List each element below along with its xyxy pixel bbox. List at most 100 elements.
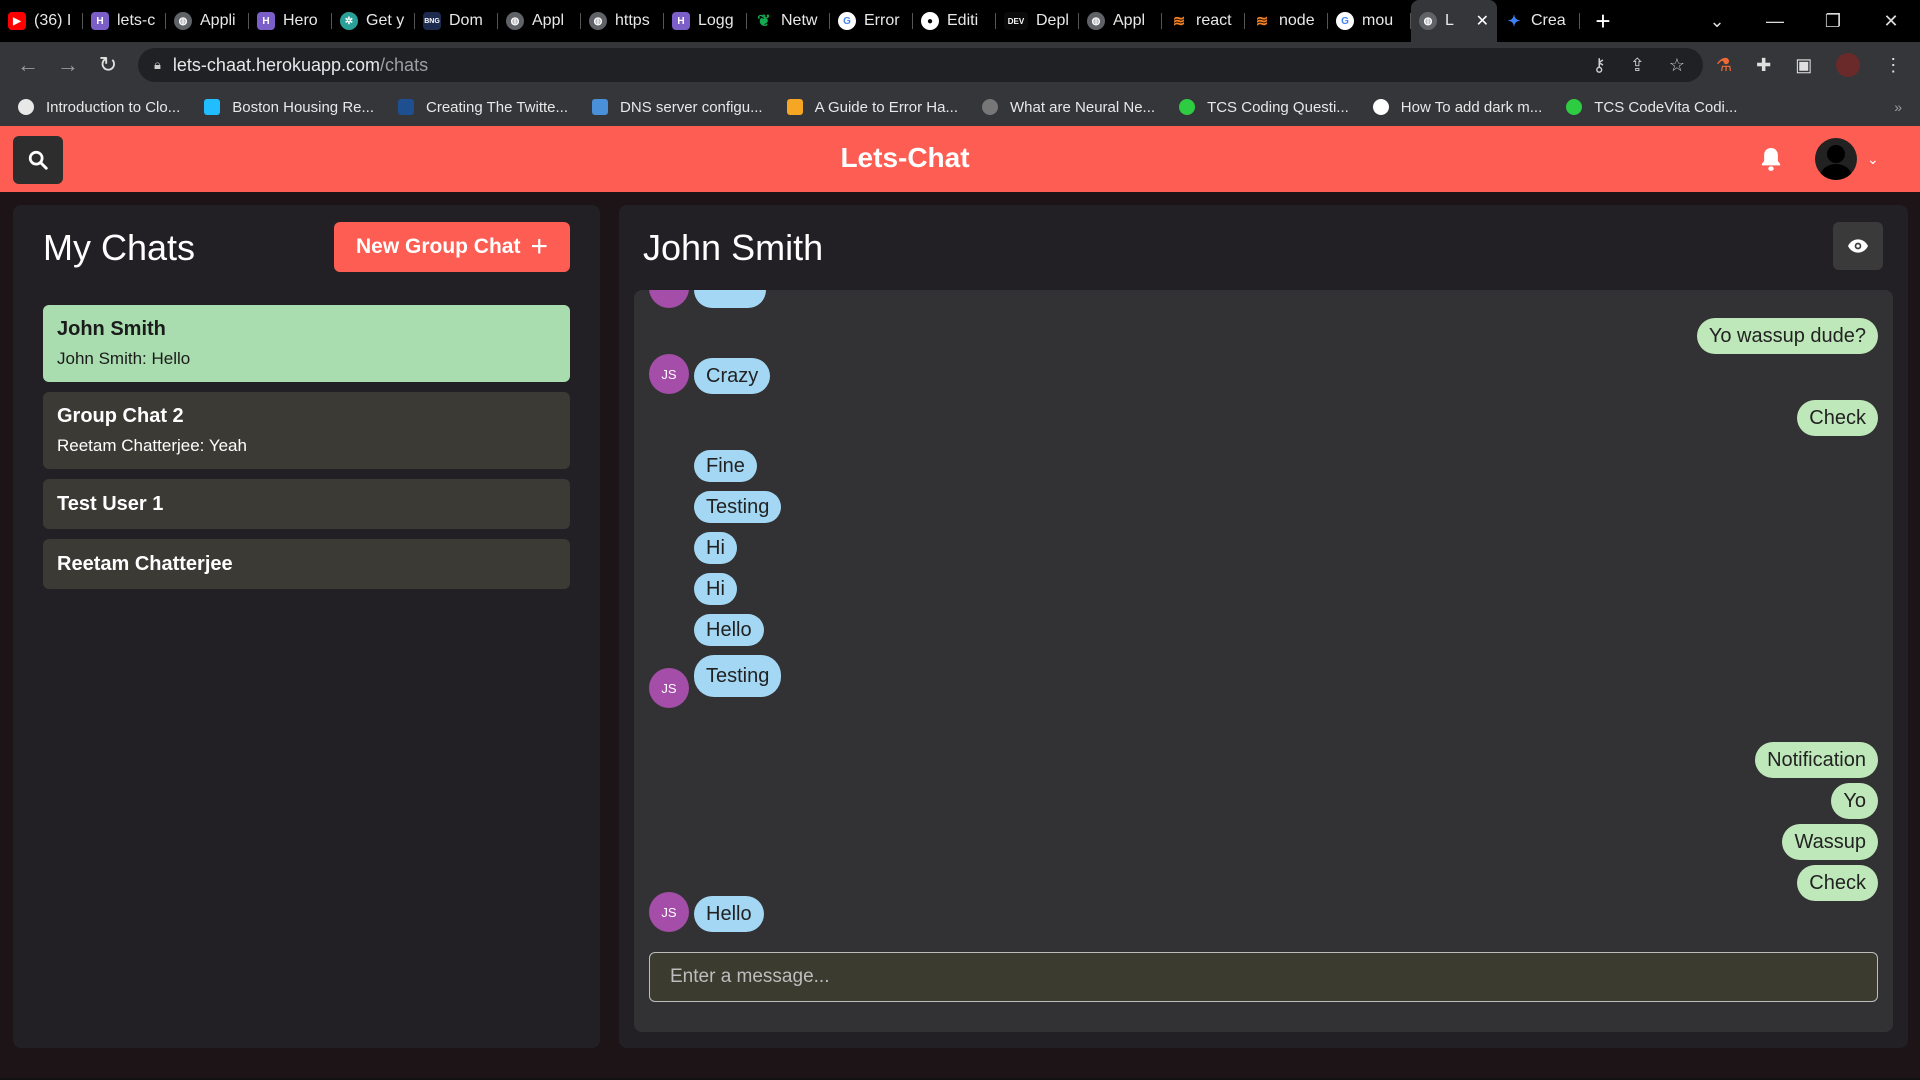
tab-label: Appl [1113,12,1146,29]
extension-icon[interactable]: ⚗ [1716,55,1732,76]
bookmark-item[interactable]: TCS CodeVita Codi... [1566,99,1737,116]
plus-icon: + [530,230,549,263]
tab[interactable]: Gmou [1328,0,1411,42]
bookmark-item[interactable]: Creating The Twitte... [398,99,568,116]
tab[interactable]: ≋ node [1245,0,1328,42]
profile-menu-button[interactable]: ⌄ [1815,138,1879,180]
openai-icon: ✲ [340,12,358,30]
sender-avatar: JS [649,892,689,932]
new-group-chat-button[interactable]: New Group Chat + [334,222,570,272]
forward-icon[interactable]: → [48,52,88,78]
close-tab-icon[interactable]: ✕ [1476,11,1489,31]
tab[interactable]: ◍ Appl [498,0,581,42]
bookmarks-overflow-icon[interactable]: » [1894,99,1902,115]
bookmark-item[interactable]: DNS server configu... [592,99,763,116]
profile-avatar-icon[interactable] [1836,53,1861,77]
sender-avatar [649,290,689,308]
site-icon [982,99,998,115]
tab[interactable]: H Hero [249,0,332,42]
chat-item-john-smith[interactable]: John Smith John Smith: Hello [43,305,570,382]
tab[interactable]: BNG Dom [415,0,498,42]
tab[interactable]: ◍ https [581,0,664,42]
message-bubble-incoming: Hello [694,896,764,932]
tab[interactable]: ≋ react [1162,0,1245,42]
tab-label: Logg [698,12,734,29]
side-panel-icon[interactable]: ▣ [1795,55,1812,76]
globe-icon: ◍ [1087,12,1105,30]
google-icon: G [1336,12,1354,30]
bookmark-label: How To add dark m... [1400,98,1543,116]
site-icon [398,99,414,115]
puzzle-icon[interactable]: ✚ [1756,55,1771,76]
tab[interactable]: ❦ Netw [747,0,830,42]
bookmark-item[interactable]: Introduction to Clo... [18,99,180,116]
restore-icon[interactable]: ❐ [1804,11,1862,32]
bookmark-item[interactable]: TCS Coding Questi... [1179,99,1349,116]
message-area[interactable]: Yo wassup dude? JS Crazy Check Fine Test… [634,290,1893,1032]
bookmark-label: TCS Coding Questi... [1207,98,1349,116]
minimize-icon[interactable]: — [1746,11,1804,32]
bookmark-label: A Guide to Error Ha... [814,98,958,116]
message-bubble-incoming: Testing [694,655,782,697]
window-controls: ⌄ — ❐ ✕ [1688,0,1920,42]
notification-button[interactable] [1760,146,1782,177]
url-bar[interactable]: 🔒︎ lets-chaat.herokuapp.com/chats ⚷ ⇪ ☆ [138,48,1703,82]
medium-icon [1372,99,1389,115]
message-bubble-incoming: Fine [694,450,757,482]
bookmark-label: Creating The Twitte... [426,98,569,116]
bookmark-item[interactable]: A Guide to Error Ha... [786,98,958,116]
tab[interactable]: H Logg [664,0,747,42]
back-icon[interactable]: ← [8,52,48,78]
chat-list: John Smith John Smith: Hello Group Chat … [43,305,570,599]
tab[interactable]: DEV Depl [996,0,1079,42]
message-bubble-incoming: Testing [694,491,782,523]
chat-item-name: Test User 1 [57,492,164,515]
tab[interactable]: ✦ Crea [1497,0,1580,42]
menu-kebab-icon[interactable]: ⋮ [1884,55,1902,76]
message-bubble-incoming [694,290,766,308]
globe-icon [18,99,34,115]
mongodb-icon: ❦ [757,13,771,30]
browser-tab-strip: ▶ (36) I Hlets-c ◍ Appli H Hero ✲ Get y BNG D… [0,0,1920,42]
tab[interactable]: Hlets-c [83,0,166,42]
key-icon[interactable]: ⚷ [1593,55,1606,76]
dev-icon: DEV [1004,12,1028,30]
conversation-title: John Smith [643,227,824,268]
bookmark-item[interactable]: What are Neural Ne... [982,99,1155,116]
share-icon[interactable]: ⇪ [1630,55,1645,76]
stackoverflow-icon: ≋ [1172,13,1186,30]
tab[interactable]: ● Editi [913,0,996,42]
bookmark-item[interactable]: Boston Housing Re... [204,99,374,116]
tab-label: Error [864,12,900,29]
view-profile-button[interactable] [1833,222,1883,270]
tab-active[interactable]: ◍ L ✕ [1411,0,1497,42]
tab-search-icon[interactable]: ⌄ [1688,11,1746,32]
close-window-icon[interactable]: ✕ [1862,11,1920,32]
message-bubble-outgoing: Check [1797,400,1878,436]
bookmark-item[interactable]: How To add dark m... [1372,98,1543,116]
reload-icon[interactable]: ↻ [88,52,128,78]
message-bubble-incoming: Hi [694,532,737,564]
message-input[interactable] [649,952,1878,1002]
bookmark-star-icon[interactable]: ☆ [1669,55,1685,76]
tab[interactable]: ◍ Appl [1079,0,1162,42]
bookmark-label: Boston Housing Re... [232,98,374,116]
star-icon: ✦ [1507,13,1521,30]
tab[interactable]: ◍ Appli [166,0,249,42]
chat-item-group-chat-2[interactable]: Group Chat 2 Reetam Chatterjee: Yeah [43,392,570,469]
tab[interactable]: ▶ (36) I [0,0,83,42]
new-tab-button[interactable]: + [1580,0,1626,42]
chevron-down-icon: ⌄ [1867,150,1879,167]
chat-item-test-user-1[interactable]: Test User 1 [43,479,570,529]
tab-label: Hero [283,12,318,29]
lock-icon[interactable]: 🔒︎ [154,57,161,73]
heroku-icon: H [91,12,109,30]
tab-label: Get y [366,12,405,29]
sender-avatar: JS [649,354,689,394]
chat-item-reetam-chatterjee[interactable]: Reetam Chatterjee [43,539,570,589]
bookmark-label: Introduction to Clo... [46,98,181,116]
tab[interactable]: ✲ Get y [332,0,415,42]
site-icon [592,99,609,115]
tab[interactable]: G Error [830,0,913,42]
user-avatar [1815,138,1857,180]
